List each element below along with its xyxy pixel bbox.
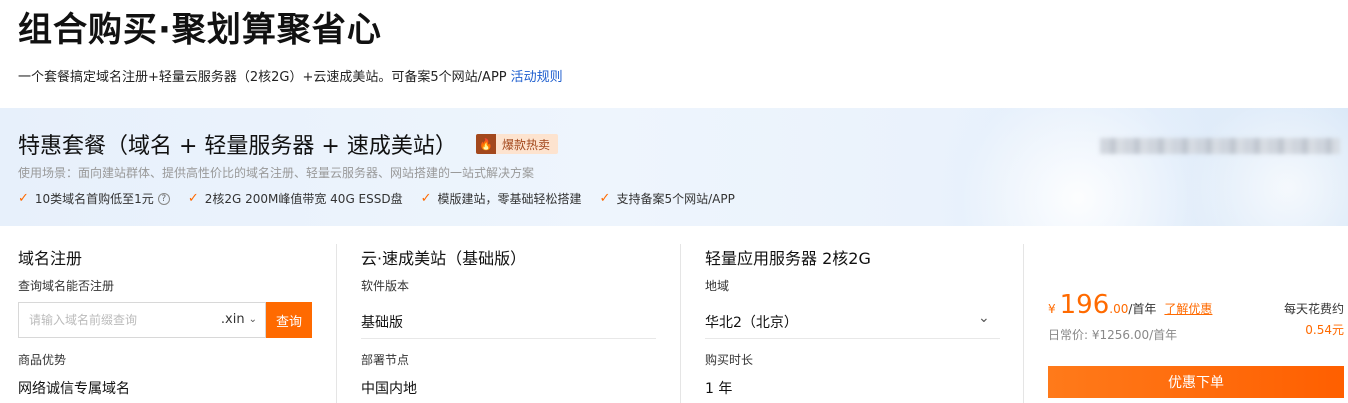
site-section-title: 云·速成美站（基础版） [361,249,527,268]
check-icon: ✓ [187,191,199,206]
package-title: 特惠套餐（域名 + 轻量服务器 + 速成美站） [18,134,457,159]
page-title: 组合购买·聚划算聚省心 [18,10,382,50]
server-duration-label: 购买时长 [705,353,754,367]
site-version-value: 基础版 [361,315,403,331]
buy-button[interactable]: 优惠下单 [1048,366,1344,398]
domain-advantage-label: 商品优势 [18,353,67,367]
domain-suffix-value: .xin [220,312,245,327]
price-display: ¥ 196 .00 /首年 了解优惠 [1048,290,1212,320]
server-region-select[interactable]: 华北2（北京） [705,312,1000,336]
package-banner: 特惠套餐（域名 + 轻量服务器 + 速成美站） 🔥 爆款热卖 使用场景：面向建站… [0,108,1348,226]
subtitle-text: 一个套餐搞定域名注册+轻量云服务器（2核2G）+云速成美站。可备案5个网站/AP… [18,70,507,85]
domain-section-title: 域名注册 [18,249,83,268]
feature-label: 10类域名首购低至1元 [34,192,154,206]
daily-cost-value: 0.54元 [1305,323,1344,337]
domain-suffix-select[interactable]: .xin ⌄ [221,312,257,327]
feature-item: ✓ 2核2G 200M峰值带宽 40G ESSD盘 [188,190,403,207]
site-version-label: 软件版本 [361,279,410,293]
chevron-down-icon[interactable]: ⌄ [978,310,990,326]
feature-item: ✓ 10类域名首购低至1元 ? [18,190,170,207]
server-region-value: 华北2（北京） [705,315,798,331]
rules-link[interactable]: 活动规则 [511,70,563,85]
domain-advantage-value: 网络诚信专属域名 [18,381,130,397]
fire-icon: 🔥 [476,134,496,154]
check-icon: ✓ [420,191,432,206]
learn-discount-link[interactable]: 了解优惠 [1164,300,1212,317]
feature-item: ✓ 支持备案5个网站/APP [600,190,735,207]
feature-item: ✓ 模版建站，零基础轻松搭建 [421,190,582,207]
feature-label: 2核2G 200M峰值带宽 40G ESSD盘 [204,192,403,206]
price-currency: ¥ [1048,302,1056,316]
daily-cost-label: 每天花费约 [1283,302,1344,316]
hot-badge-label: 爆款热卖 [502,137,551,152]
server-region-label: 地域 [705,279,730,293]
site-node-value: 中国内地 [361,381,417,397]
feature-label: 模版建站，零基础轻松搭建 [437,192,582,206]
server-duration-value: 1 年 [705,381,733,397]
domain-search-input[interactable] [29,303,219,337]
page-subtitle: 一个套餐搞定域名注册+轻量云服务器（2核2G）+云速成美站。可备案5个网站/AP… [18,66,563,85]
chevron-down-icon: ⌄ [248,314,257,325]
feature-label: 支持备案5个网站/APP [616,192,735,206]
feature-list: ✓ 10类域名首购低至1元 ? ✓ 2核2G 200M峰值带宽 40G ESSD… [18,190,753,207]
price-decimal: .00 [1109,302,1129,316]
server-section-title: 轻量应用服务器 2核2G [705,249,871,268]
domain-search-button[interactable]: 查询 [266,302,312,338]
check-icon: ✓ [18,191,29,206]
redacted-area [1100,138,1340,154]
price-amount: 196 [1059,290,1110,320]
original-price: 日常价: ¥1256.00/首年 [1048,328,1178,342]
site-node-label: 部署节点 [361,353,410,367]
help-icon[interactable]: ? [157,192,170,205]
domain-search-box: .xin ⌄ [18,302,266,338]
domain-query-label: 查询域名能否注册 [18,279,115,293]
price-unit: /首年 [1128,302,1157,316]
package-description: 使用场景：面向建站群体、提供高性价比的域名注册、轻量云服务器、网站搭建的一站式解… [18,166,535,180]
hot-badge: 🔥 爆款热卖 [476,134,559,154]
check-icon: ✓ [599,191,611,206]
